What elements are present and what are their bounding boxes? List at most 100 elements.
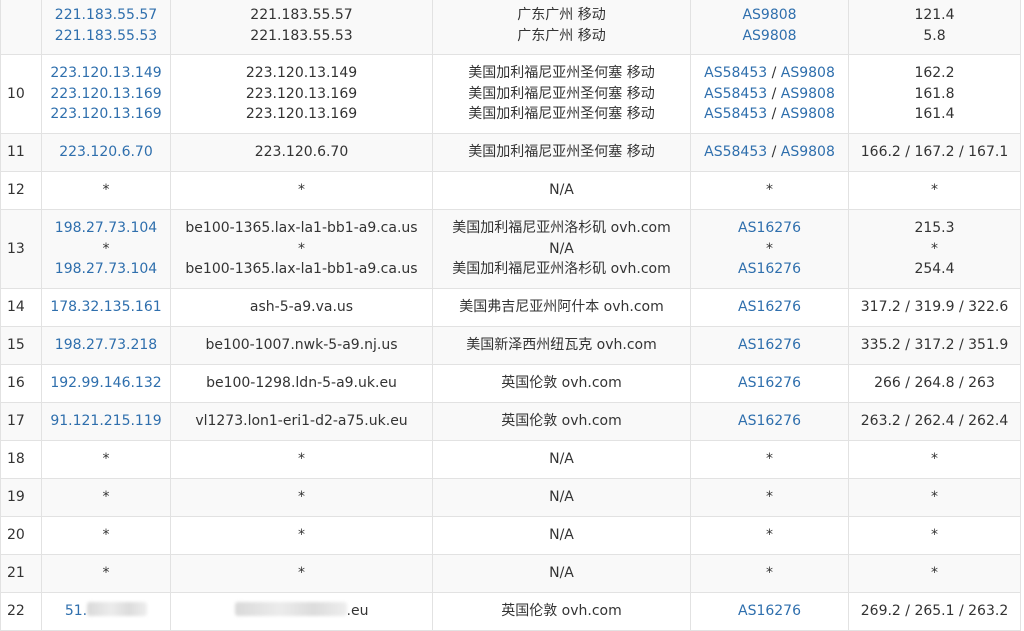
location: 美国加利福尼亚州圣何塞 移动 [468, 65, 655, 82]
asn-link[interactable]: AS9808 [781, 144, 835, 160]
ip-link[interactable]: 223.120.13.169 [50, 86, 161, 102]
ip-link[interactable]: 223.120.6.70 [59, 144, 153, 160]
asn-line: AS16276 [691, 411, 848, 432]
ip-link[interactable]: 198.27.73.104 [55, 220, 157, 236]
ip-cell: 51. [41, 592, 171, 631]
ip-cell: 221.183.55.57 221.183.55.53 [41, 0, 171, 55]
asn-cell: * [690, 440, 849, 479]
asn-cell: AS58453 / AS9808 [690, 133, 849, 172]
asn-link[interactable]: AS16276 [738, 603, 801, 619]
ip-line: 178.32.135.161 [42, 297, 170, 318]
ip-link[interactable]: 223.120.13.169 [50, 106, 161, 122]
ip-line: * [42, 563, 170, 584]
ip-link[interactable]: 221.183.55.53 [55, 28, 157, 44]
latency-cell: 162.2 161.8 161.4 [848, 54, 1021, 134]
asn-separator: / [767, 144, 781, 161]
traceroute-body: 221.183.55.57 221.183.55.53 221.183.55.57 2… [0, 0, 1021, 631]
location: N/A [549, 565, 574, 582]
asn-link[interactable]: AS9808 [742, 28, 796, 44]
hop-number-cell: 18 [0, 440, 42, 479]
ip-unknown: * [102, 451, 110, 468]
hostname-cell: ash-5-a9.va.us [170, 288, 433, 327]
location: N/A [549, 182, 574, 199]
latency-cell: 269.2 / 265.1 / 263.2 [848, 592, 1021, 631]
latency: 5.8 [923, 27, 946, 44]
ip-link[interactable]: 178.32.135.161 [50, 299, 161, 315]
latency: 161.4 [914, 106, 955, 123]
hostname: 223.120.13.169 [245, 85, 358, 102]
asn-link[interactable]: AS16276 [738, 413, 801, 429]
latency-cell: 166.2 / 167.2 / 167.1 [848, 133, 1021, 172]
hostname: * [298, 240, 305, 257]
location-cell: N/A [432, 440, 691, 479]
asn-link[interactable]: AS9808 [781, 106, 835, 122]
location: 美国加利福尼亚州圣何塞 移动 [468, 144, 655, 161]
hostname-cell: 223.120.6.70 [170, 133, 433, 172]
ip-link[interactable]: 192.99.146.132 [50, 375, 161, 391]
asn-cell: AS16276 [690, 364, 849, 403]
hop-number: 13 [7, 240, 25, 257]
asn-separator: / [767, 65, 781, 82]
hostname-line: 223.120.6.70 [171, 142, 432, 163]
hop-number-cell [0, 0, 42, 55]
latency-cell: * [848, 554, 1021, 593]
ip-link[interactable]: 221.183.55.57 [55, 7, 157, 23]
hostname-line: 223.120.13.169 [171, 84, 432, 105]
ip-link[interactable]: 51. [65, 603, 87, 619]
ip-link[interactable]: 223.120.13.149 [50, 65, 161, 81]
asn-cell: AS58453 / AS9808 AS58453 / AS9808 AS58453 … [690, 54, 849, 134]
location-cell: 英国伦敦 ovh.com [432, 402, 691, 441]
asn-link[interactable]: AS58453 [704, 65, 767, 81]
asn-line: AS58453 / AS9808 [691, 142, 848, 163]
hostname: be100-1365.lax-la1-bb1-a9.ca.us [185, 220, 418, 237]
ip-link[interactable]: 198.27.73.104 [55, 261, 157, 277]
location: N/A [549, 489, 574, 506]
ip-line: 221.183.55.57 [42, 5, 170, 26]
asn-link[interactable]: AS16276 [738, 337, 801, 353]
table-row: 17 91.121.215.119 vl1273.lon1-eri1-d2-a75.… [0, 402, 1021, 441]
hostname: * [298, 182, 305, 199]
asn-line: AS9808 [691, 5, 848, 26]
asn-line: AS58453 / AS9808 [691, 84, 848, 105]
hostname-line: be100-1007.nwk-5-a9.nj.us [171, 335, 432, 356]
ip-cell: 192.99.146.132 [41, 364, 171, 403]
latency-cell: * [848, 171, 1021, 210]
asn-link[interactable]: AS16276 [738, 375, 801, 391]
hostname-line: be100-1365.lax-la1-bb1-a9.ca.us [171, 259, 432, 280]
asn-link[interactable]: AS9808 [742, 7, 796, 23]
hostname: * [298, 489, 305, 506]
asn-link[interactable]: AS9808 [781, 86, 835, 102]
asn-link[interactable]: AS58453 [704, 106, 767, 122]
hostname: 223.120.6.70 [254, 144, 349, 161]
latency: 335.2 / 317.2 / 351.9 [860, 337, 1009, 354]
table-row: 18 * * N/A * * [0, 440, 1021, 479]
table-row: 13 198.27.73.104 * 198.27.73.104 be100-1365.… [0, 209, 1021, 289]
hostname-cell: be100-1298.ldn-5-a9.uk.eu [170, 364, 433, 403]
ip-link[interactable]: 91.121.215.119 [50, 413, 161, 429]
hostname-cell: * [170, 554, 433, 593]
ip-cell: * [41, 171, 171, 210]
asn-line: AS16276 [691, 297, 848, 318]
asn-link[interactable]: AS58453 [704, 144, 767, 160]
location: 美国弗吉尼亚州阿什本 ovh.com [459, 299, 664, 316]
location-cell: 美国加利福尼亚州圣何塞 移动 [432, 133, 691, 172]
asn-link[interactable]: AS16276 [738, 220, 801, 236]
latency-cell: * [848, 516, 1021, 555]
asn-link[interactable]: AS16276 [738, 299, 801, 315]
location: 美国新泽西州纽瓦克 ovh.com [466, 337, 657, 354]
ip-line: * [42, 180, 170, 201]
asn-line: * [691, 487, 848, 508]
asn-line: * [691, 525, 848, 546]
ip-link[interactable]: 198.27.73.218 [55, 337, 157, 353]
hop-number-cell: 10 [0, 54, 42, 134]
location: 美国加利福尼亚州圣何塞 移动 [468, 106, 655, 123]
asn-line: AS16276 [691, 373, 848, 394]
hostname-line: vl1273.lon1-eri1-d2-a75.uk.eu [171, 411, 432, 432]
table-row: 15 198.27.73.218 be100-1007.nwk-5-a9.nj.us… [0, 326, 1021, 365]
asn-link[interactable]: AS9808 [781, 65, 835, 81]
latency-cell: 215.3 * 254.4 [848, 209, 1021, 289]
asn-line: AS16276 [691, 259, 848, 280]
asn-link[interactable]: AS16276 [738, 261, 801, 277]
asn-link[interactable]: AS58453 [704, 86, 767, 102]
ip-unknown: * [102, 240, 110, 257]
